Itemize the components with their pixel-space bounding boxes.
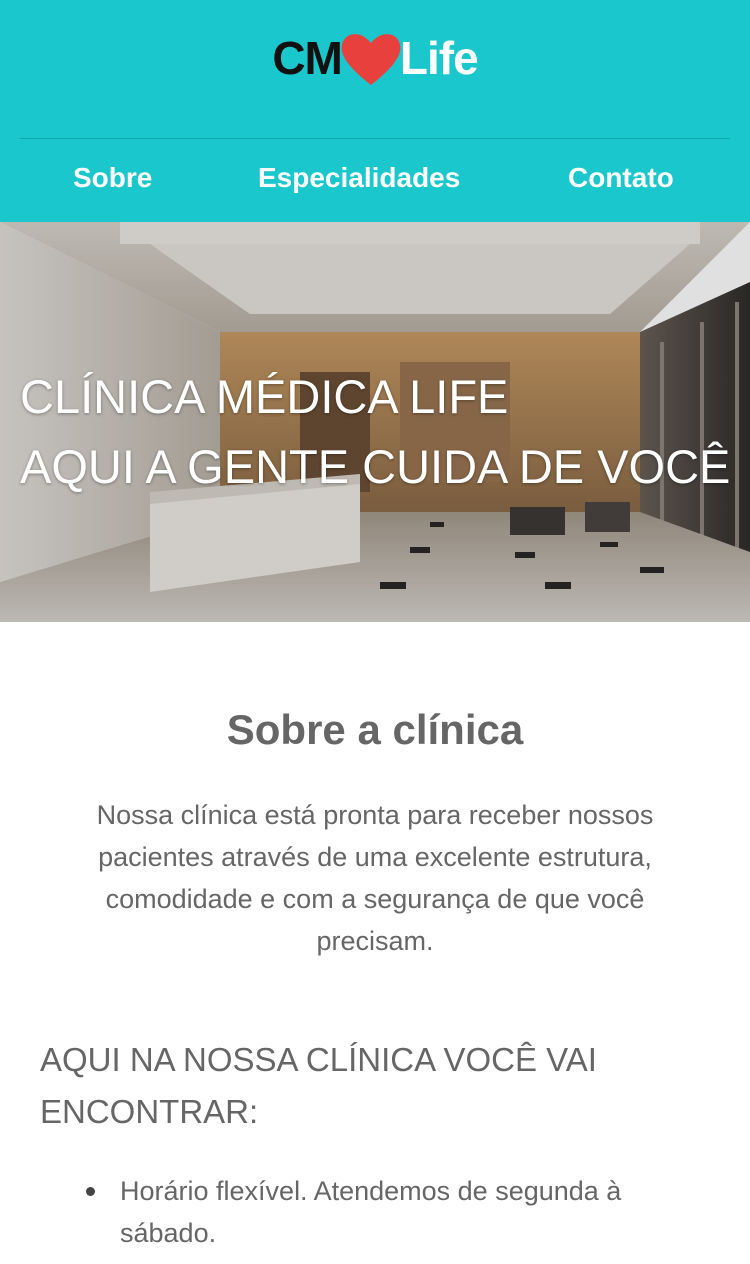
header-divider — [20, 138, 730, 139]
list-item-text: Horário flexível. Atendemos de segunda à… — [120, 1176, 622, 1248]
features-title: AQUI NA NOSSA CLÍNICA VOCÊ VAI ENCONTRAR… — [40, 1041, 597, 1130]
clinic-logo[interactable]: CM Life — [0, 26, 750, 90]
nav-link-especialidades[interactable]: Especialidades — [258, 162, 460, 194]
main-nav: Sobre Especialidades Contato — [0, 152, 750, 212]
list-item: Horário flexível. Atendemos de segunda à… — [86, 1170, 700, 1254]
site-header: CM Life Sobre Especialidades Contato — [0, 0, 750, 222]
heart-icon — [341, 34, 401, 85]
features-list: Horário flexível. Atendemos de segunda à… — [86, 1170, 700, 1254]
logo-life-text: Life — [399, 32, 479, 84]
hero-heading: CLÍNICA MÉDICA LIFE AQUI A GENTE CUIDA D… — [20, 362, 740, 502]
logo-cm-text: CM — [272, 32, 343, 84]
hero-line-1: CLÍNICA MÉDICA LIFE — [20, 370, 509, 423]
nav-link-sobre[interactable]: Sobre — [73, 162, 152, 194]
hero-line-2: AQUI A GENTE CUIDA DE VOCÊ — [20, 440, 731, 493]
about-text: Nossa clínica está pronta para receber n… — [96, 800, 654, 956]
hero-banner: CLÍNICA MÉDICA LIFE AQUI A GENTE CUIDA D… — [0, 222, 750, 622]
bullet-icon — [86, 1187, 95, 1196]
nav-link-contato[interactable]: Contato — [568, 162, 674, 194]
about-title: Sobre a clínica — [226, 706, 524, 753]
